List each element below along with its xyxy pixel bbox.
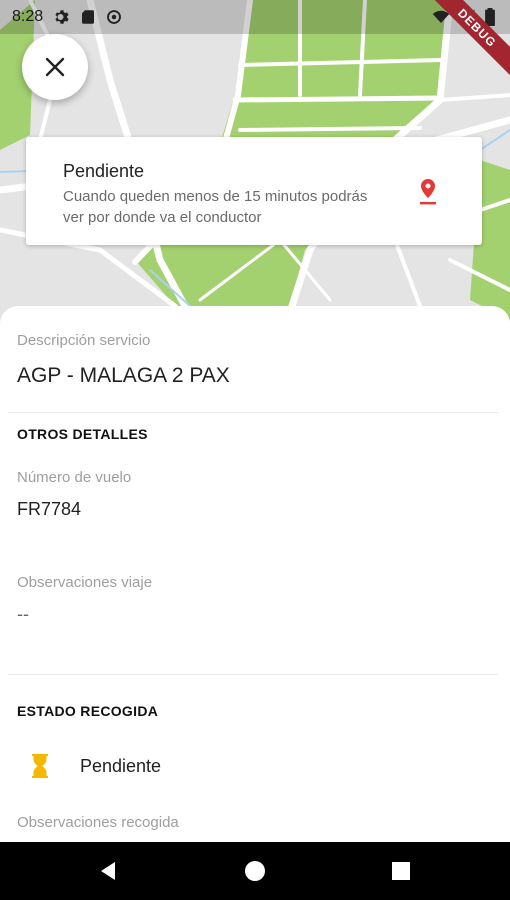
hourglass-icon	[32, 754, 48, 778]
back-icon[interactable]	[96, 859, 120, 883]
divider	[8, 674, 498, 675]
other-details-heading: OTROS DETALLES	[17, 426, 148, 442]
recents-icon[interactable]	[389, 859, 413, 883]
service-description-label: Descripción servicio	[17, 332, 151, 349]
service-description-value: AGP - MALAGA 2 PAX	[17, 364, 230, 387]
card-title: Pendiente	[63, 161, 145, 181]
location-pin-icon[interactable]	[416, 177, 440, 207]
divider	[8, 412, 498, 413]
home-icon[interactable]	[243, 859, 267, 883]
app-screen: 8:28 DEBUG Pendiente Cuando queden menos…	[0, 0, 510, 900]
status-bar: 8:28	[0, 0, 510, 34]
gear-icon	[55, 10, 69, 24]
card-subtitle: Cuando queden menos de 15 minutos podrás…	[63, 188, 368, 226]
close-icon	[45, 57, 65, 77]
close-button[interactable]	[22, 34, 88, 100]
details-sheet[interactable]: Descripción servicio AGP - MALAGA 2 PAX …	[0, 306, 510, 842]
flight-number-value: FR7784	[17, 499, 82, 519]
pickup-status-value: Pendiente	[80, 756, 162, 776]
pickup-status-heading: ESTADO RECOGIDA	[17, 703, 159, 719]
sd-card-icon	[82, 10, 95, 24]
status-time: 8:28	[12, 8, 44, 25]
flight-number-label: Número de vuelo	[17, 469, 132, 486]
status-info-card: Pendiente Cuando queden menos de 15 minu…	[26, 137, 482, 245]
system-nav-bar	[0, 842, 510, 900]
trip-notes-label: Observaciones viaje	[17, 574, 153, 591]
pickup-notes-label: Observaciones recogida	[17, 814, 179, 831]
trip-notes-value: --	[17, 604, 29, 624]
sync-icon	[107, 10, 122, 24]
